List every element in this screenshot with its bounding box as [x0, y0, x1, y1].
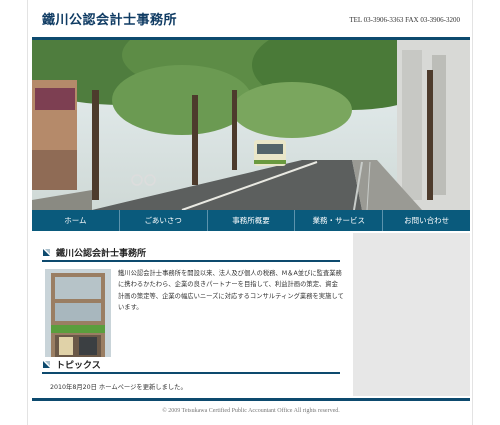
nav-item-home[interactable]: ホーム [32, 210, 120, 231]
contact-info: TEL 03-3906-3363 FAX 03-3906-3200 [349, 16, 460, 24]
nav-item-greeting[interactable]: ごあいさつ [120, 210, 208, 231]
nav-item-office-overview[interactable]: 事務所概要 [208, 210, 296, 231]
page-container: 鐵川公認会計士事務所 TEL 03-3906-3363 FAX 03-3906-… [27, 0, 473, 425]
header: 鐵川公認会計士事務所 TEL 03-3906-3363 FAX 03-3906-… [28, 0, 474, 36]
office-building-photo [45, 269, 111, 357]
topics-heading: トピックス [56, 361, 101, 371]
topic-item: 2010年8月20日 ホームページを更新しました。 [50, 384, 187, 391]
hero-image [32, 40, 470, 210]
site-title[interactable]: 鐵川公認会計士事務所 [42, 9, 177, 28]
main-content: 鐵川公認会計士事務所 鐵川公認会計士事務所を開設以来、法人及び個人の税務、M＆A… [32, 233, 352, 396]
main-nav: ホーム ごあいさつ 事務所概要 業務・サービス お問い合わせ [32, 210, 470, 231]
footer-divider [32, 398, 470, 401]
intro-heading: 鐵川公認会計士事務所 [56, 249, 147, 259]
topics-section-header: トピックス [42, 358, 340, 374]
nav-item-services[interactable]: 業務・サービス [295, 210, 384, 231]
nav-item-contact[interactable]: お問い合わせ [383, 210, 470, 231]
copyright-text: © 2009 Tetsukawa Certified Public Accoun… [162, 408, 340, 414]
arrow-icon [43, 361, 50, 368]
intro-section-header: 鐵川公認会計士事務所 [42, 246, 340, 262]
sidebar [353, 233, 470, 396]
intro-text: 鐵川公認会計士事務所を開設以来、法人及び個人の税務、M＆A並びに監査業務に携わる… [118, 270, 344, 311]
arrow-icon [43, 249, 50, 256]
